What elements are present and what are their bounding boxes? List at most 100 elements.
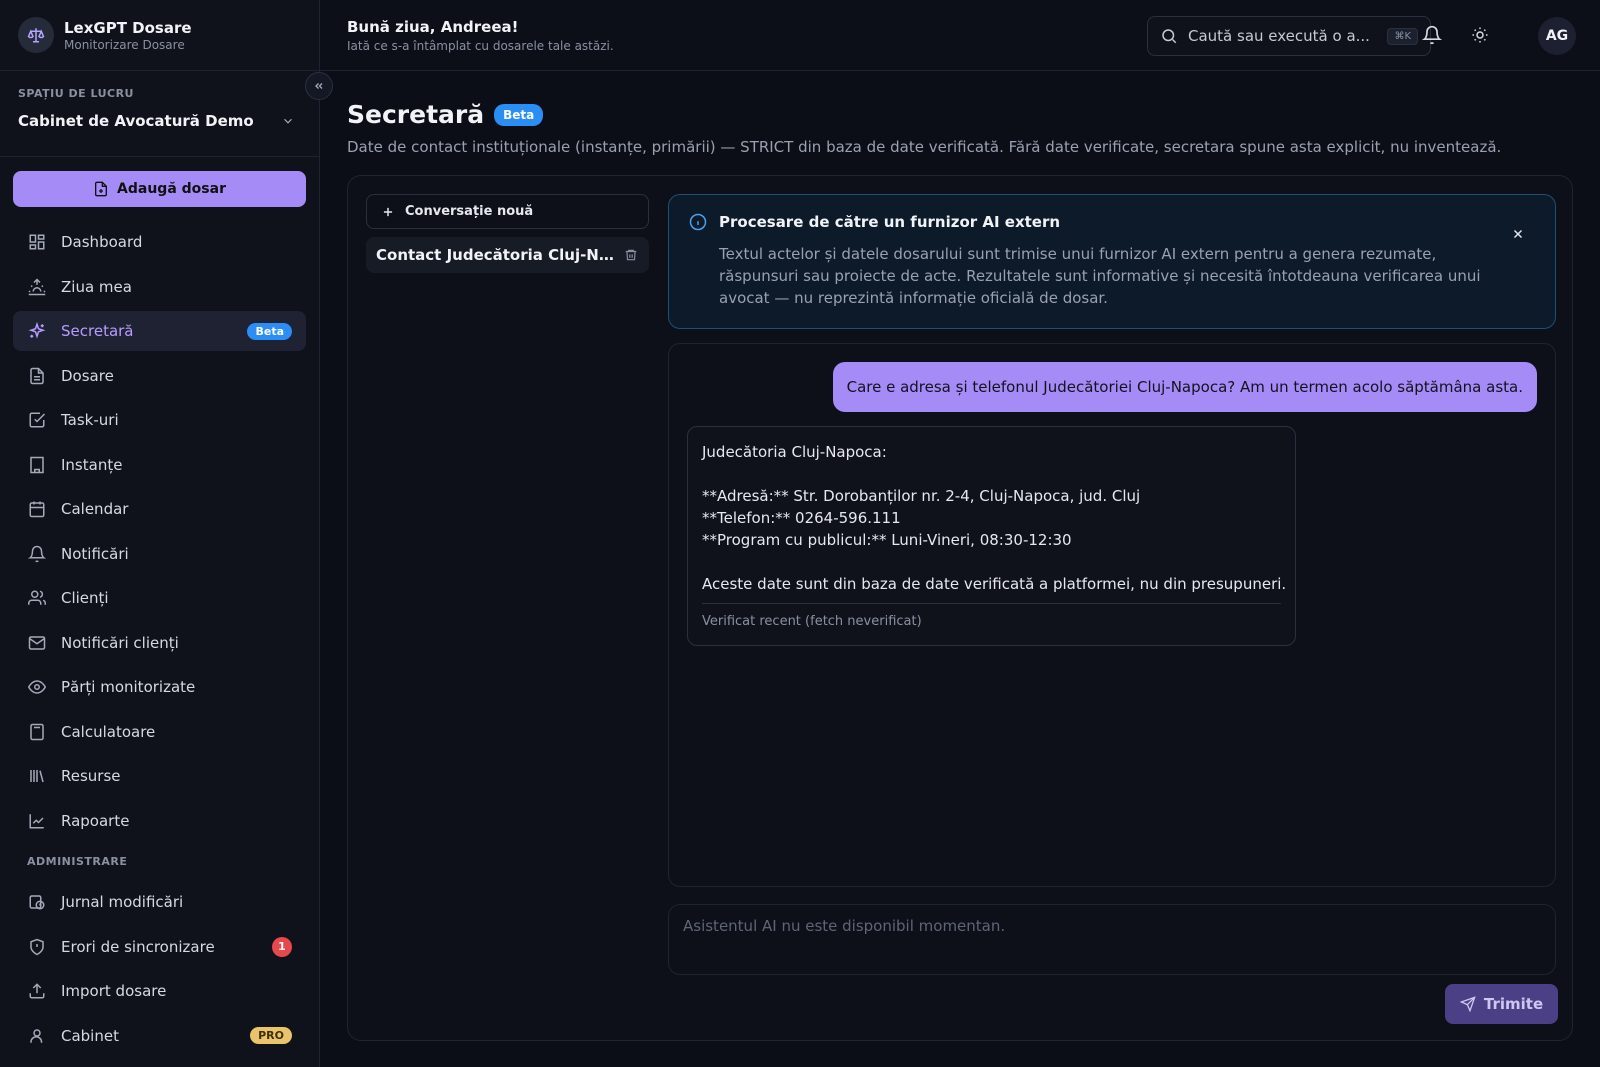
brand[interactable]: LexGPT Dosare Monitorizare Dosare	[0, 0, 319, 71]
conversation-title: Contact Judecătoria Cluj-Napoca	[376, 246, 623, 264]
sidebar-item-label: Clienți	[61, 589, 109, 607]
sidebar-item-dashboard[interactable]: Dashboard	[13, 222, 306, 262]
sidebar-item-label: Notificări clienți	[61, 633, 179, 652]
message-input-placeholder: Asistentul AI nu este disponibil momenta…	[683, 917, 1006, 935]
chevron-down-icon	[281, 114, 295, 128]
sidebar-item-notificari-clienti[interactable]: Notificări clienți	[13, 623, 306, 663]
users-icon	[27, 588, 47, 608]
user-message: Care e adresa și telefonul Judecătoriei …	[832, 362, 1537, 412]
add-case-label: Adaugă dosar	[117, 181, 226, 197]
sidebar-item-notificari[interactable]: Notificări	[13, 534, 306, 574]
search-input[interactable]: Caută sau execută o a... ⌘K	[1147, 16, 1431, 56]
sidebar-item-cabinet[interactable]: Cabinet PRO	[13, 1016, 306, 1056]
ai-provider-notice: Procesare de către un furnizor AI extern…	[668, 194, 1556, 329]
sparkles-icon	[27, 321, 47, 341]
message-input[interactable]: Asistentul AI nu este disponibil momenta…	[668, 904, 1556, 975]
avatar[interactable]: AG	[1538, 17, 1576, 55]
send-button[interactable]: Trimite	[1445, 984, 1558, 1024]
conversation-item[interactable]: Contact Judecătoria Cluj-Napoca	[366, 237, 649, 273]
sidebar-item-label: Calendar	[61, 500, 129, 518]
sidebar-item-calculatoare[interactable]: Calculatoare	[13, 712, 306, 752]
beta-badge: Beta	[494, 103, 544, 126]
assistant-line: **Program cu publicul:** Luni-Vineri, 08…	[702, 531, 1072, 549]
sidebar-item-import-dosare[interactable]: Import dosare	[13, 971, 306, 1011]
sidebar-item-label: Notificări	[61, 544, 129, 563]
sidebar-item-instante[interactable]: Instanțe	[13, 445, 306, 485]
sidebar-item-clienti[interactable]: Clienți	[13, 578, 306, 618]
add-case-button[interactable]: Adaugă dosar	[13, 171, 306, 207]
chat-thread: Care e adresa și telefonul Judecătoriei …	[668, 343, 1556, 887]
sidebar-item-dosare[interactable]: Dosare	[13, 356, 306, 396]
notice-title: Procesare de către un furnizor AI extern	[719, 213, 1061, 231]
send-label: Trimite	[1483, 995, 1544, 1013]
assistant-message: Judecătoria Cluj-Napoca: **Adresă:** Str…	[687, 426, 1296, 646]
shield-icon	[27, 937, 47, 957]
brand-title: LexGPT Dosare	[64, 18, 192, 37]
send-icon	[1459, 996, 1476, 1012]
error-count-badge: 1	[272, 936, 292, 957]
sidebar-item-label: Resurse	[61, 767, 121, 785]
sidebar-item-rapoarte[interactable]: Rapoarte	[13, 801, 306, 841]
close-icon[interactable]	[1509, 225, 1527, 243]
search-shortcut: ⌘K	[1387, 27, 1418, 45]
sidebar-item-resurse[interactable]: Resurse	[13, 756, 306, 796]
sidebar-item-label: Instanțe	[61, 455, 123, 474]
check-square-icon	[27, 410, 47, 430]
notifications-button[interactable]	[1421, 24, 1443, 46]
file-plus-icon	[93, 181, 109, 197]
file-icon	[27, 366, 47, 386]
sidebar-item-label: Dashboard	[61, 233, 143, 251]
library-icon	[27, 766, 47, 786]
grid-icon	[27, 232, 47, 252]
assistant-line: **Telefon:** 0264-596.111	[702, 509, 901, 527]
trash-icon[interactable]	[623, 247, 639, 263]
search-icon	[1160, 27, 1178, 45]
sidebar-item-label: Jurnal modificări	[61, 893, 184, 911]
workspace-name: Cabinet de Avocatură Demo	[18, 112, 254, 130]
theme-toggle-button[interactable]	[1469, 24, 1491, 46]
beta-badge: Beta	[247, 322, 292, 340]
sidebar-item-calendar[interactable]: Calendar	[13, 489, 306, 529]
page-description: Date de contact instituționale (instanțe…	[347, 138, 1502, 156]
sidebar-item-label: Dosare	[61, 366, 114, 385]
chart-icon	[27, 811, 47, 831]
sidebar-item-secretara[interactable]: Secretară Beta	[13, 311, 306, 351]
workspace-selector[interactable]: SPAȚIU DE LUCRU Cabinet de Avocatură Dem…	[0, 71, 319, 157]
sun-icon	[1471, 26, 1489, 44]
sidebar-item-task-uri[interactable]: Task-uri	[13, 400, 306, 440]
sidebar: LexGPT Dosare Monitorizare Dosare SPAȚIU…	[0, 0, 320, 1067]
page-title: Secretară	[347, 100, 485, 129]
collapse-sidebar-button[interactable]	[305, 72, 333, 100]
eye-icon	[27, 677, 47, 697]
secretary-panel: Conversație nouă Contact Judecătoria Clu…	[347, 175, 1573, 1041]
sidebar-item-parti-monitorizate[interactable]: Părți monitorizate	[13, 667, 306, 707]
user-icon	[27, 1026, 47, 1046]
building-icon	[27, 455, 47, 475]
sidebar-item-label: Ziua mea	[61, 277, 132, 296]
sidebar-item-label: Import dosare	[61, 982, 167, 1000]
search-placeholder: Caută sau execută o a...	[1188, 27, 1370, 45]
sidebar-item-label: Părți monitorizate	[61, 678, 196, 696]
sidebar-item-label: Task-uri	[61, 411, 119, 429]
upload-icon	[27, 981, 47, 1001]
sidebar-nav: Dashboard Ziua mea Secretară Beta Dosare…	[13, 222, 306, 1060]
top-bar: Bună ziua, Andreea! Iată ce s-a întâmpla…	[320, 0, 1600, 71]
brand-subtitle: Monitorizare Dosare	[64, 37, 185, 52]
pro-badge: PRO	[250, 1027, 292, 1044]
plus-icon	[381, 205, 395, 219]
scale-icon	[18, 17, 54, 53]
greeting-title: Bună ziua, Andreea!	[347, 18, 519, 36]
sidebar-item-ziua-mea[interactable]: Ziua mea	[13, 267, 306, 307]
assistant-line: Judecătoria Cluj-Napoca:	[702, 443, 887, 461]
bell-icon	[1422, 25, 1442, 45]
sidebar-item-label: Erori de sincronizare	[61, 937, 215, 956]
new-conversation-button[interactable]: Conversație nouă	[366, 194, 649, 229]
mail-icon	[27, 633, 47, 653]
chevrons-left-icon	[313, 80, 325, 92]
sidebar-item-label: Cabinet	[61, 1026, 119, 1045]
sidebar-item-erori-sincronizare[interactable]: Erori de sincronizare 1	[13, 927, 306, 967]
page-header: Secretară Beta Date de contact instituți…	[347, 100, 1501, 156]
notice-body: Textul actelor și datele dosarului sunt …	[719, 245, 1481, 307]
sunrise-icon	[27, 277, 47, 297]
sidebar-item-jurnal-modificari[interactable]: Jurnal modificări	[13, 882, 306, 922]
